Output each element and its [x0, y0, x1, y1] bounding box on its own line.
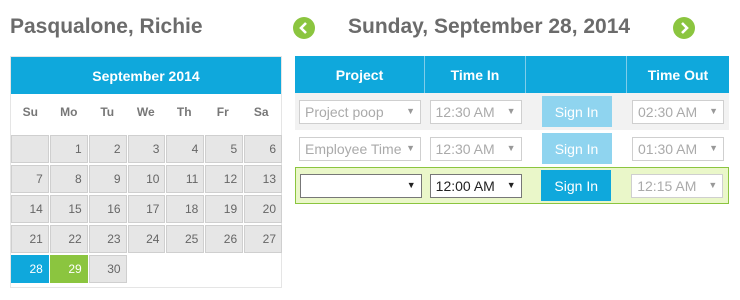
calendar-day[interactable]: 18 [166, 195, 205, 223]
calendar-day[interactable]: 20 [244, 195, 283, 223]
weekday-label: We [136, 105, 155, 119]
calendar-week: 7 8 9 10 11 12 13 [11, 165, 283, 195]
table-row: Project poop ▼ 12:30 AM ▼ Sign In 02:30 AM… [295, 93, 729, 130]
time-in-select[interactable]: 12:30 AM ▼ [429, 99, 522, 124]
header-project: Project [295, 56, 425, 93]
weekday-label: Sa [253, 105, 269, 119]
calendar: September 2014 Su Mo Tu We Th Fr Sa 1234… [10, 56, 283, 288]
calendar-week: 123456 [11, 135, 283, 165]
calendar-day[interactable]: 29 [49, 255, 88, 283]
calendar-day[interactable]: 27 [244, 225, 283, 253]
calendar-empty-cell [205, 255, 243, 283]
calendar-empty-cell [128, 255, 166, 283]
calendar-empty-cell [11, 135, 49, 163]
calendar-day[interactable]: 23 [88, 225, 127, 253]
calendar-empty-cell [166, 255, 204, 283]
calendar-day[interactable]: 2 [88, 135, 127, 163]
calendar-week: 28 29 30 [11, 255, 283, 285]
calendar-day[interactable]: 9 [88, 165, 127, 193]
calendar-week: 21 22 23 24 25 26 27 [11, 225, 283, 255]
calendar-day[interactable]: 19 [205, 195, 244, 223]
calendar-day[interactable]: 25 [166, 225, 205, 253]
calendar-day[interactable]: 16 [88, 195, 127, 223]
calendar-day[interactable]: 8 [49, 165, 88, 193]
time-table: Project Time In Time Out Project poop ▼ 1… [295, 56, 729, 204]
calendar-day[interactable]: 7 [11, 165, 49, 193]
weekday-label: Fr [216, 105, 229, 119]
time-out-select[interactable]: 12:15 AM ▼ [631, 173, 724, 198]
chevron-right-icon [681, 22, 689, 34]
calendar-day[interactable]: 6 [244, 135, 283, 163]
calendar-day[interactable]: 11 [166, 165, 205, 193]
calendar-day[interactable]: 30 [88, 255, 127, 283]
calendar-day[interactable]: 21 [11, 225, 49, 253]
calendar-day[interactable]: 17 [127, 195, 166, 223]
calendar-day[interactable]: 4 [166, 135, 205, 163]
weekday-label: Mo [60, 105, 78, 119]
time-out-select[interactable]: 01:30 AM ▼ [632, 136, 724, 161]
dropdown-arrow-icon: ▼ [406, 142, 415, 153]
calendar-day[interactable]: 22 [49, 225, 88, 253]
dropdown-arrow-icon: ▼ [406, 105, 415, 116]
next-day-button[interactable] [673, 17, 695, 39]
time-in-select[interactable]: 12:00 AM ▼ [429, 173, 522, 198]
project-select[interactable]: ▼ [299, 173, 422, 198]
sign-in-button[interactable]: Sign In [541, 96, 612, 127]
calendar-day[interactable]: 1 [49, 135, 88, 163]
weekday-label: Th [176, 105, 192, 119]
project-select[interactable]: Employee Time ▼ [299, 136, 421, 161]
dropdown-arrow-icon: ▼ [506, 142, 516, 153]
calendar-day[interactable]: 24 [127, 225, 166, 253]
calendar-empty-cell [244, 255, 282, 283]
chevron-left-icon [299, 22, 307, 34]
time-in-select[interactable]: 12:30 AM ▼ [429, 136, 522, 161]
project-select[interactable]: Project poop ▼ [299, 99, 421, 124]
user-name: Pasqualone, Richie [10, 15, 203, 38]
prev-day-button[interactable] [293, 17, 315, 39]
header-action [526, 56, 627, 93]
sign-in-button[interactable]: Sign In [541, 133, 612, 164]
calendar-day[interactable]: 26 [205, 225, 244, 253]
calendar-day[interactable]: 13 [244, 165, 283, 193]
calendar-day[interactable]: 28 [11, 255, 49, 283]
weekday-label: Su [22, 105, 38, 119]
dropdown-arrow-icon: ▼ [506, 105, 516, 116]
table-header: Project Time In Time Out [295, 56, 729, 93]
dropdown-arrow-icon: ▼ [709, 105, 718, 116]
header-time-in: Time In [425, 56, 526, 93]
dropdown-arrow-icon: ▼ [506, 179, 516, 190]
sign-in-button[interactable]: Sign In [541, 170, 612, 201]
calendar-month-label: September 2014 [11, 57, 281, 94]
calendar-day[interactable]: 14 [11, 195, 49, 223]
calendar-grid: 1 2 3 4 5 6 7 8 9 10 11 12 13 14 15 16 17 18 19 20 21 22 23 24 2… [11, 135, 283, 285]
calendar-week: 14 15 16 17 18 19 20 [11, 195, 283, 225]
calendar-day[interactable]: 3 [127, 135, 166, 163]
table-row: Employee Time ▼ 12:30 AM ▼ Sign In 01:30 A… [295, 130, 729, 167]
dropdown-arrow-icon: ▼ [708, 179, 718, 190]
calendar-day[interactable]: 5 [205, 135, 244, 163]
calendar-day[interactable]: 12 [205, 165, 244, 193]
date-title: Sunday, September 28, 2014 [348, 15, 631, 38]
header-time-out: Time Out [647, 66, 709, 83]
calendar-day[interactable]: 10 [127, 165, 166, 193]
calendar-weekdays: Su Mo Tu We Th Fr Sa [11, 94, 281, 130]
table-row-active: ▼ 12:00 AM ▼ Sign In 12:15 AM ▼ [295, 167, 729, 204]
calendar-day[interactable]: 15 [49, 195, 88, 223]
weekday-label: Tu [100, 105, 115, 119]
dropdown-arrow-icon: ▼ [709, 142, 718, 153]
time-out-select[interactable]: 02:30 AM ▼ [632, 99, 724, 124]
dropdown-arrow-icon: ▼ [406, 179, 416, 190]
